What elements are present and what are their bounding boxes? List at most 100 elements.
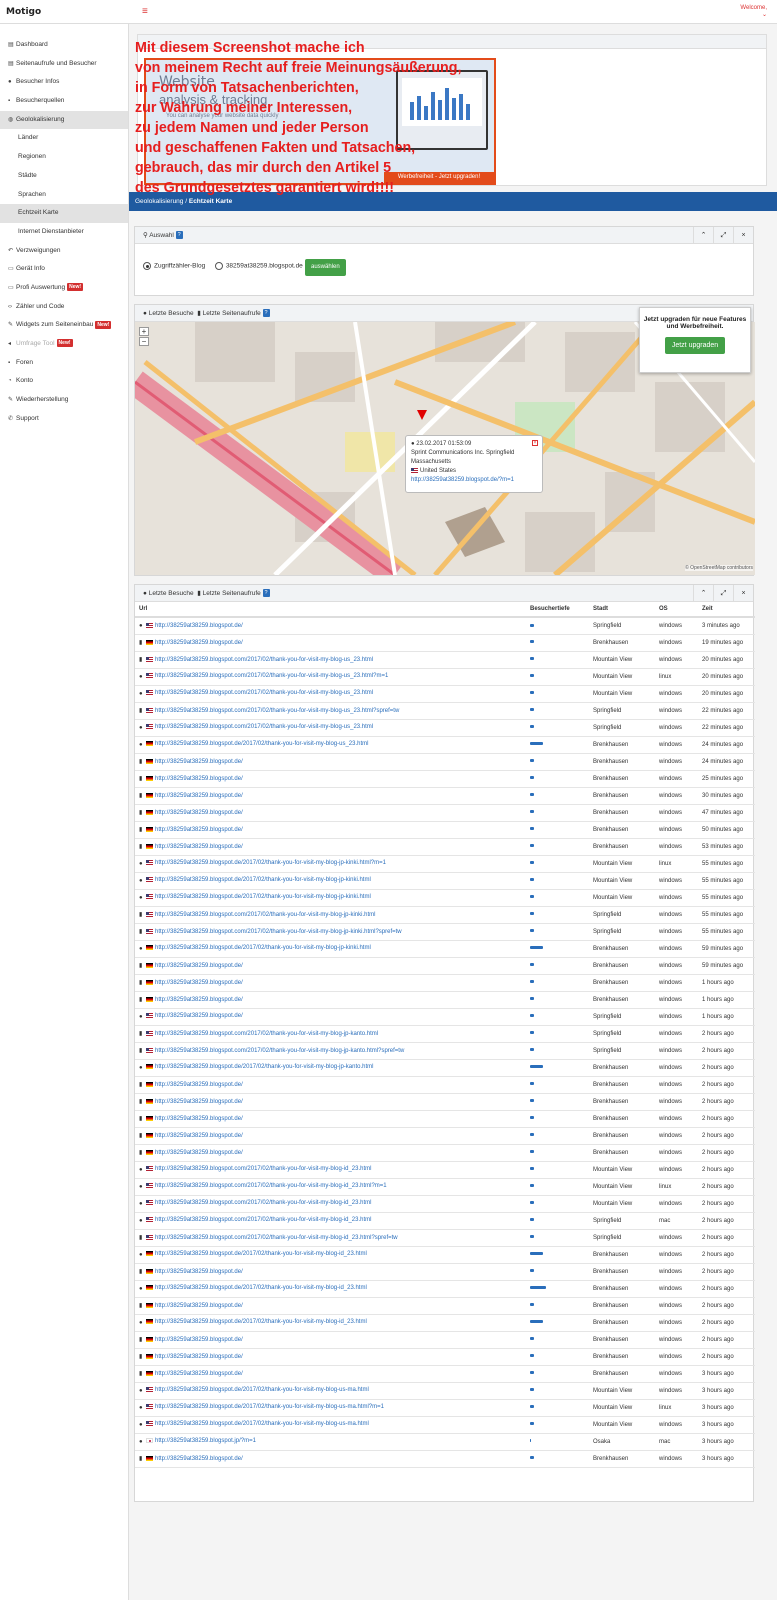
visit-url-link[interactable]: http://38259at38259.blogspot.de/2017/02/… [155, 742, 368, 748]
table-row[interactable]: ● http://38259at38259.blogspot.de/2017/02… [135, 1382, 755, 1400]
sidebar-item[interactable]: ✆ Support [0, 410, 128, 429]
logo[interactable]: Motigo [6, 7, 41, 17]
table-row[interactable]: ● http://38259at38259.blogspot.com/2017/0… [135, 668, 755, 686]
table-row[interactable]: ● http://38259at38259.blogspot.de/2017/02… [135, 855, 755, 873]
table-row[interactable]: ● http://38259at38259.blogspot.de/2017/02… [135, 872, 755, 890]
visit-url-link[interactable]: http://38259at38259.blogspot.jp/?m=1 [155, 1439, 256, 1445]
table-row[interactable]: ● http://38259at38259.blogspot.de/2017/02… [135, 1399, 755, 1417]
visit-url-link[interactable]: http://38259at38259.blogspot.de/2017/02/… [155, 1320, 367, 1326]
visit-url-link[interactable]: http://38259at38259.blogspot.de/ [155, 793, 243, 799]
table-row[interactable]: ▮ http://38259at38259.blogspot.de/Brenkha… [135, 1144, 755, 1162]
sidebar-item[interactable]: ↶ Verzweigungen [0, 242, 128, 261]
visit-url-link[interactable]: http://38259at38259.blogspot.de/ [155, 1371, 243, 1377]
visit-url-link[interactable]: http://38259at38259.blogspot.de/ [155, 810, 243, 816]
table-row[interactable]: ▮ http://38259at38259.blogspot.de/Brenkha… [135, 804, 755, 822]
tab-last-pageviews[interactable]: Letzte Seitenaufrufe [203, 590, 261, 597]
table-row[interactable]: ▮ http://38259at38259.blogspot.de/Brenkha… [135, 770, 755, 788]
table-row[interactable]: ● http://38259at38259.blogspot.de/2017/02… [135, 1059, 755, 1077]
visit-url-link[interactable]: http://38259at38259.blogspot.de/2017/02/… [155, 1405, 384, 1411]
sidebar-item[interactable]: Länder [0, 129, 128, 148]
visit-url-link[interactable]: http://38259at38259.blogspot.com/2017/02… [155, 1184, 387, 1190]
select-button[interactable]: auswählen [305, 259, 346, 276]
table-row[interactable]: ▮ http://38259at38259.blogspot.de/Brenkha… [135, 1093, 755, 1111]
visit-url-link[interactable]: http://38259at38259.blogspot.de/ [155, 1269, 243, 1275]
table-row[interactable]: ● http://38259at38259.blogspot.de/Springf… [135, 617, 755, 635]
sidebar-item[interactable]: ‹› Zähler und Code [0, 298, 128, 317]
radio-option-blog[interactable] [143, 262, 151, 270]
visit-url-link[interactable]: http://38259at38259.blogspot.com/2017/02… [155, 1031, 378, 1037]
visit-url-link[interactable]: http://38259at38259.blogspot.com/2017/02… [155, 691, 373, 697]
visit-url-link[interactable]: http://38259at38259.blogspot.de/ [155, 1337, 243, 1343]
visit-url-link[interactable]: http://38259at38259.blogspot.com/2017/02… [155, 657, 373, 663]
table-row[interactable]: ▮ http://38259at38259.blogspot.de/Brenkha… [135, 1365, 755, 1383]
table-row[interactable]: ▮ http://38259at38259.blogspot.com/2017/0… [135, 1025, 755, 1043]
visit-url-link[interactable]: http://38259at38259.blogspot.com/2017/02… [155, 912, 375, 918]
close-icon[interactable]: × [733, 585, 753, 602]
sidebar-item[interactable]: ▭ Gerät Info [0, 260, 128, 279]
visit-url-link[interactable]: http://38259at38259.blogspot.de/ [155, 1354, 243, 1360]
help-icon[interactable]: ? [175, 231, 183, 240]
visit-url-link[interactable]: http://38259at38259.blogspot.de/ [155, 1082, 243, 1088]
visit-url-link[interactable]: http://38259at38259.blogspot.com/2017/02… [155, 1235, 398, 1241]
popup-close-icon[interactable]: × [532, 440, 538, 446]
table-row[interactable]: ▮ http://38259at38259.blogspot.com/2017/0… [135, 1042, 755, 1060]
table-row[interactable]: ● http://38259at38259.blogspot.com/2017/0… [135, 1178, 755, 1196]
visit-url-link[interactable]: http://38259at38259.blogspot.de/2017/02/… [155, 1286, 367, 1292]
visit-url-link[interactable]: http://38259at38259.blogspot.de/ [155, 1303, 243, 1309]
visit-url-link[interactable]: http://38259at38259.blogspot.de/ [155, 776, 243, 782]
zoom-in-button[interactable]: + [139, 327, 149, 336]
sidebar-item[interactable]: ▪ Besucherquellen [0, 92, 128, 111]
table-row[interactable]: ▮ http://38259at38259.blogspot.com/2017/0… [135, 702, 755, 720]
visit-url-link[interactable]: http://38259at38259.blogspot.de/ [155, 640, 243, 646]
table-row[interactable]: ● http://38259at38259.blogspot.de/2017/02… [135, 1280, 755, 1298]
table-row[interactable]: ▮ http://38259at38259.blogspot.de/Brenkha… [135, 1297, 755, 1315]
table-row[interactable]: ▮ http://38259at38259.blogspot.de/Brenkha… [135, 634, 755, 652]
visit-url-link[interactable]: http://38259at38259.blogspot.de/ [155, 997, 243, 1003]
zoom-out-button[interactable]: − [139, 337, 149, 346]
visit-url-link[interactable]: http://38259at38259.blogspot.de/ [155, 1099, 243, 1105]
sidebar-item[interactable]: Sprachen [0, 186, 128, 205]
visit-url-link[interactable]: http://38259at38259.blogspot.de/2017/02/… [155, 878, 371, 884]
table-row[interactable]: ▮ http://38259at38259.blogspot.de/Brenkha… [135, 838, 755, 856]
breadcrumb-parent[interactable]: Geolokalisierung [135, 198, 183, 205]
table-row[interactable]: ● http://38259at38259.blogspot.com/2017/0… [135, 1161, 755, 1179]
visit-url-link[interactable]: http://38259at38259.blogspot.de/ [155, 844, 243, 850]
tab-last-pageviews[interactable]: Letzte Seitenaufrufe [203, 310, 261, 317]
table-row[interactable]: ▮ http://38259at38259.blogspot.com/2017/0… [135, 923, 755, 941]
popup-url[interactable]: http://38259at38259.blogspot.de/?m=1 [411, 477, 514, 483]
table-row[interactable]: ▮ http://38259at38259.blogspot.de/Brenkha… [135, 1110, 755, 1128]
visit-url-link[interactable]: http://38259at38259.blogspot.com/2017/02… [155, 1167, 371, 1173]
tab-last-visits[interactable]: Letzte Besuche [149, 590, 194, 597]
visit-url-link[interactable]: http://38259at38259.blogspot.de/ [155, 1456, 243, 1462]
sidebar-item[interactable]: ◍ Geolokalisierung [0, 110, 128, 130]
table-row[interactable]: ▮ http://38259at38259.blogspot.de/Brenkha… [135, 1076, 755, 1094]
visit-url-link[interactable]: http://38259at38259.blogspot.de/ [155, 1133, 243, 1139]
visit-url-link[interactable]: http://38259at38259.blogspot.com/2017/02… [155, 1048, 404, 1054]
sidebar-item[interactable]: Internet Dienstanbieter [0, 223, 128, 242]
welcome-menu[interactable]: Welcome, ⌄ [740, 5, 767, 18]
sidebar-item[interactable]: Städte [0, 167, 128, 186]
visit-url-link[interactable]: http://38259at38259.blogspot.de/ [155, 759, 243, 765]
visit-url-link[interactable]: http://38259at38259.blogspot.de/ [155, 1150, 243, 1156]
visit-url-link[interactable]: http://38259at38259.blogspot.com/2017/02… [155, 1218, 371, 1224]
visit-url-link[interactable]: http://38259at38259.blogspot.com/2017/02… [155, 1201, 371, 1207]
visit-url-link[interactable]: http://38259at38259.blogspot.de/2017/02/… [155, 1388, 369, 1394]
visit-url-link[interactable]: http://38259at38259.blogspot.com/2017/02… [155, 708, 399, 714]
table-row[interactable]: ● http://38259at38259.blogspot.com/2017/0… [135, 685, 755, 703]
visit-url-link[interactable]: http://38259at38259.blogspot.com/2017/02… [155, 929, 402, 935]
table-row[interactable]: ● http://38259at38259.blogspot.jp/?m=1 Osa… [135, 1433, 755, 1451]
table-row[interactable]: ● http://38259at38259.blogspot.de/2017/02… [135, 889, 755, 907]
help-icon[interactable]: ? [262, 309, 270, 318]
close-icon[interactable]: × [733, 227, 753, 244]
table-row[interactable]: ● http://38259at38259.blogspot.de/2017/02… [135, 1246, 755, 1264]
sidebar-item[interactable]: ✎ Widgets zum Seiteneinbau New! [0, 316, 128, 335]
table-row[interactable]: ▮ http://38259at38259.blogspot.com/2017/0… [135, 1229, 755, 1247]
table-row[interactable]: ▮ http://38259at38259.blogspot.de/Brenkha… [135, 787, 755, 805]
collapse-icon[interactable]: ⌃ [693, 227, 713, 244]
sidebar-item[interactable]: ◂ Umfrage Tool New! [0, 335, 128, 354]
sidebar-item[interactable]: ✎ Wiederherstellung [0, 391, 128, 410]
table-row[interactable]: ● http://38259at38259.blogspot.de/2017/02… [135, 736, 755, 754]
expand-icon[interactable]: ⤢ [713, 585, 733, 602]
table-row[interactable]: ▮ http://38259at38259.blogspot.de/Brenkha… [135, 957, 755, 975]
table-row[interactable]: ▮ http://38259at38259.blogspot.de/Brenkha… [135, 991, 755, 1009]
